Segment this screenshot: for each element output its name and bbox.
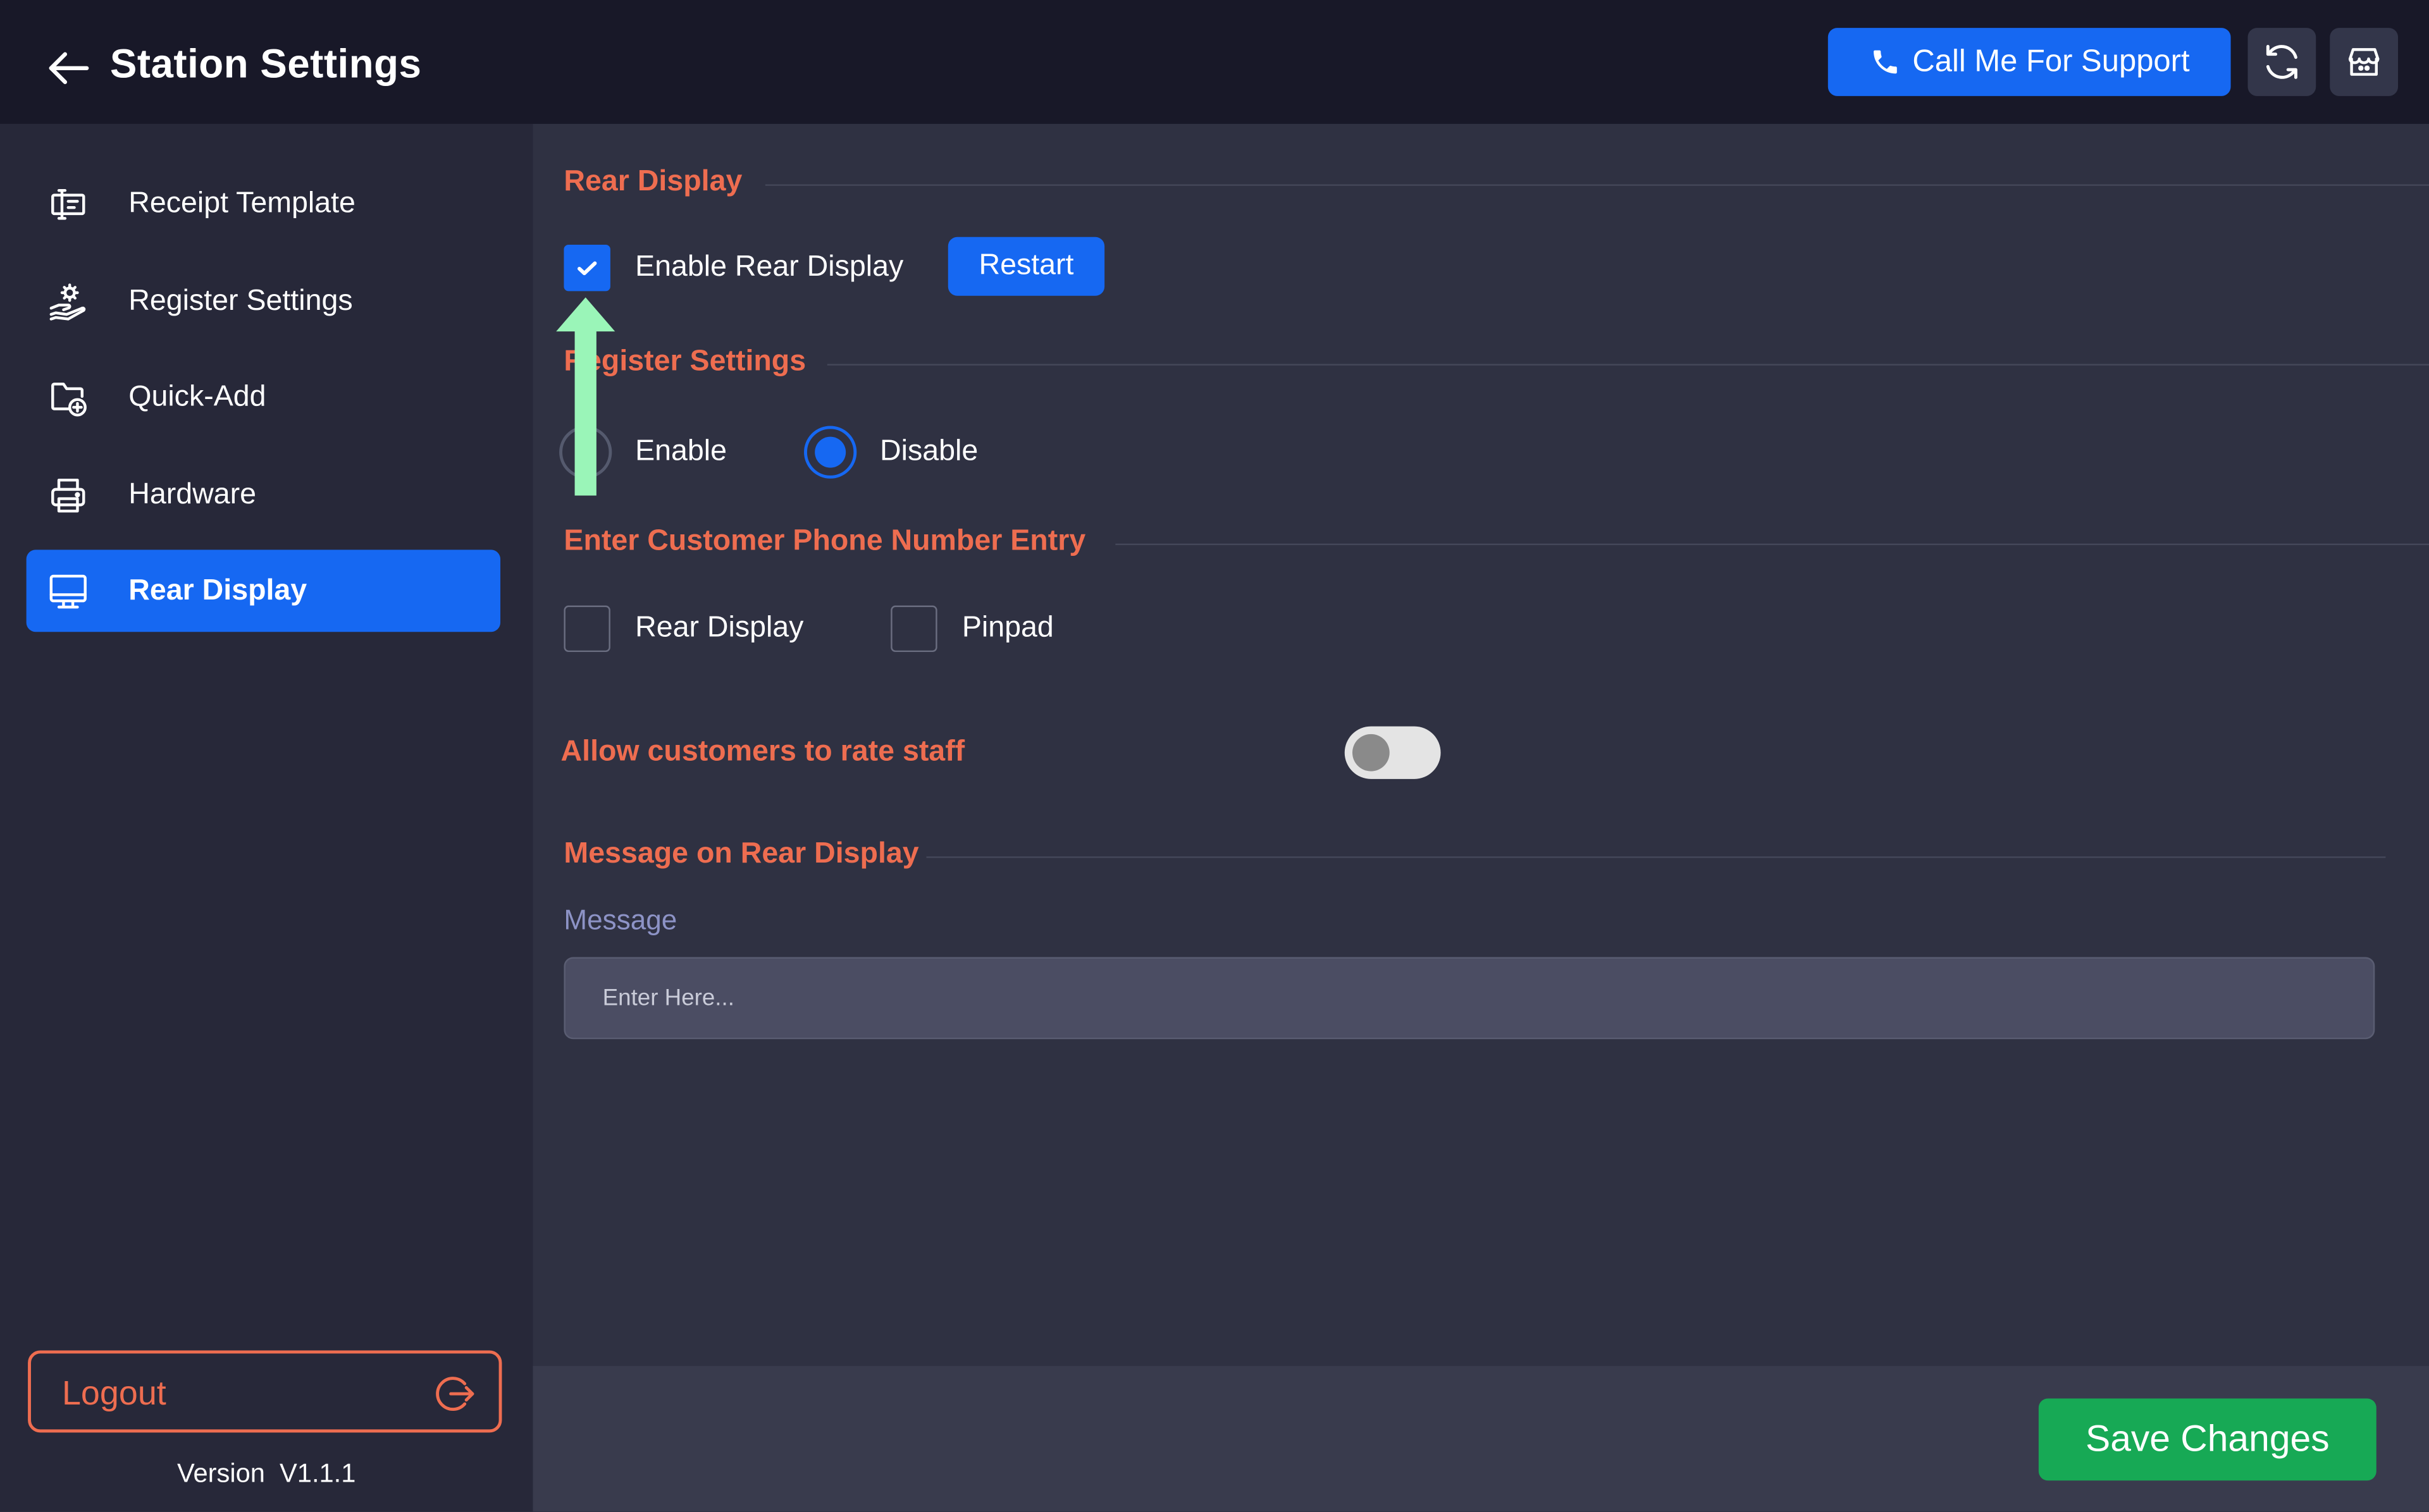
section-divider [926,856,2386,858]
call-support-button[interactable]: Call Me For Support [1827,28,2231,96]
store-button[interactable] [2330,28,2399,96]
footer-bar: Save Changes [533,1366,2429,1512]
phone-entry-rear-display-checkbox[interactable] [564,605,610,653]
section-title-message: Message on Rear Display [564,837,919,871]
version-text: Version V1.1.1 [177,1458,356,1489]
enable-rear-display-checkbox[interactable] [564,244,610,292]
sidebar-item-label: Rear Display [128,574,307,606]
call-support-label: Call Me For Support [1912,44,2190,78]
rate-staff-label: Allow customers to rate staff [560,735,965,768]
save-changes-button[interactable]: Save Changes [2038,1398,2376,1481]
section-divider [1115,543,2429,546]
register-hand-icon [45,278,91,324]
section-divider [765,184,2429,186]
section-title-rear-display: Rear Display [564,166,743,199]
toggle-knob [1352,734,1390,771]
section-title-phone-entry: Enter Customer Phone Number Entry [564,525,1086,558]
message-input[interactable] [564,957,2375,1040]
back-arrow-icon[interactable] [44,44,93,93]
sync-button[interactable] [2247,28,2316,96]
store-icon [2348,48,2380,76]
register-disable-radio[interactable] [804,426,857,479]
refresh-icon [2266,45,2297,79]
phone-entry-pinpad-label: Pinpad [961,612,1054,644]
checkmark-icon [577,261,597,276]
enable-rear-display-label: Enable Rear Display [635,250,904,284]
message-field-label: Message [564,904,677,936]
folder-add-icon [45,374,91,420]
receipt-icon [45,180,91,226]
phone-entry-rear-display-label: Rear Display [635,612,804,644]
sidebar-item-label: Hardware [128,477,257,510]
sidebar-item-receipt-template[interactable]: Receipt Template [27,163,500,245]
register-disable-label: Disable [880,435,979,468]
section-divider [827,364,2429,366]
top-bar: Station Settings Call Me For Support [0,0,2429,124]
phone-icon [1872,50,1896,74]
sidebar: Receipt Template Register Settings Quick… [0,123,533,1512]
sidebar-item-register-settings[interactable]: Register Settings [27,260,500,342]
sidebar-item-label: Receipt Template [128,187,355,219]
rate-staff-toggle[interactable] [1344,726,1441,779]
monitor-icon [45,568,91,614]
page-title: Station Settings [109,40,422,87]
logout-button[interactable]: Logout [28,1350,502,1433]
sidebar-item-quick-add[interactable]: Quick-Add [27,356,500,438]
settings-panel: Rear Display Enable Rear Display Restart… [533,123,2429,1367]
annotation-arrow-up-icon [556,297,615,496]
sidebar-item-label: Register Settings [128,284,353,317]
logout-label: Logout [61,1374,166,1413]
sidebar-item-rear-display[interactable]: Rear Display [26,550,501,632]
logout-icon [436,1377,474,1411]
restart-button[interactable]: Restart [948,237,1105,296]
sidebar-item-label: Quick-Add [128,380,266,413]
sidebar-item-hardware[interactable]: Hardware [27,454,500,536]
phone-entry-pinpad-checkbox[interactable] [891,605,937,653]
printer-icon [45,472,91,518]
register-enable-label: Enable [635,435,727,468]
